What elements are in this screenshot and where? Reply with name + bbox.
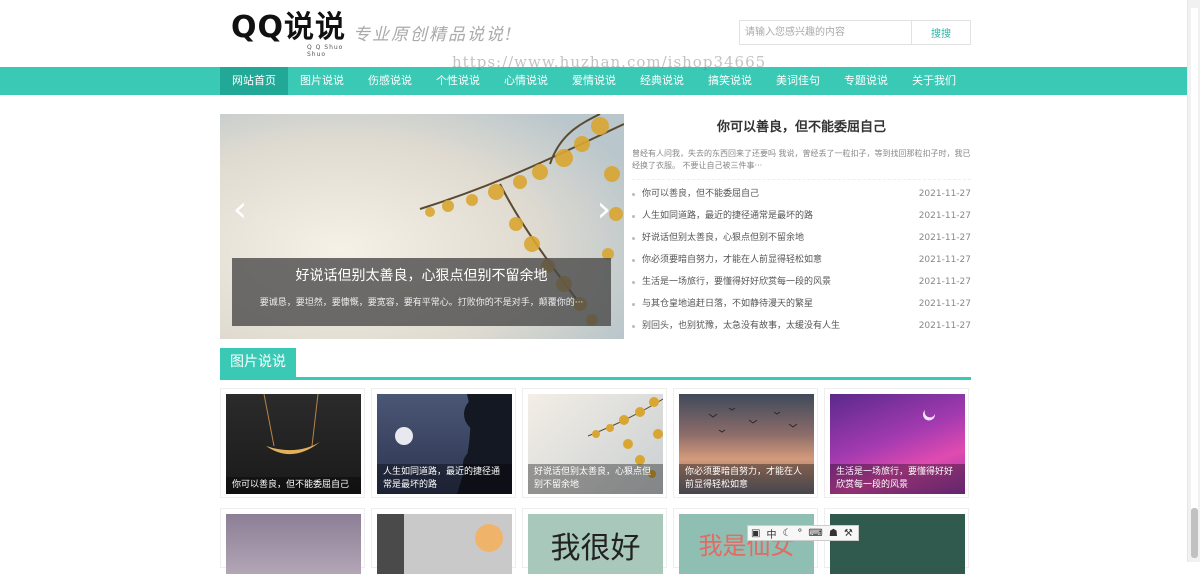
news-date: 2021-11-27 (918, 299, 971, 309)
ime-toolbar[interactable]: ▣ 中 ☾ ° ⌨ ☗ ⚒ (747, 525, 859, 541)
news-date: 2021-11-27 (918, 211, 971, 221)
image-card[interactable] (371, 508, 516, 574)
news-list: 你可以善良，但不能委屈自己 2021-11-27 人生如同道路，最近的捷径通常是最… (632, 183, 971, 337)
slider-caption-title[interactable]: 好说话但别太善良，心狠点但别不留余地 (232, 266, 611, 286)
punctuation-icon: ° (797, 527, 803, 539)
nav-item-topics[interactable]: 专题说说 (832, 67, 900, 95)
card-caption: 人生如同道路，最近的捷径通常是最坏的路 (377, 464, 512, 494)
card-image-swing: 你可以善良，但不能委屈自己 (226, 394, 361, 494)
news-date: 2021-11-27 (918, 233, 971, 243)
news-title: 别回头，也别犹豫，太急没有故事，太缓没有人生 (632, 315, 840, 337)
image-card[interactable]: 你可以善良，但不能委屈自己 (220, 388, 365, 498)
ime-mode[interactable]: 中 (763, 526, 779, 541)
top-section: ‹ › 好说话但别太善良，心狠点但别不留余地 要诚恳，要坦然，要慷慨，要宽容，要… (220, 114, 971, 339)
search-box: 搜搜 (739, 20, 971, 45)
card-caption: 你可以善良，但不能委屈自己 (226, 477, 361, 494)
scroll-track (1191, 8, 1198, 548)
moon-icon: ☾ (782, 527, 792, 539)
ime-logo-icon: ▣ (751, 527, 761, 539)
card-image-row2-5 (830, 514, 965, 574)
card-image-leaves: 好说话但别太善良，心狠点但别不留余地 (528, 394, 663, 494)
scroll-thumb[interactable] (1191, 508, 1198, 558)
news-date: 2021-11-27 (918, 255, 971, 265)
featured-title[interactable]: 你可以善良，但不能委屈自己 (632, 120, 971, 136)
logo-text: QQ说说 (231, 10, 347, 45)
site-logo[interactable]: QQ说说 Q Q Shuo Shuo (231, 10, 351, 58)
site-header: QQ说说 Q Q Shuo Shuo 专业原创精品说说! 搜搜 (220, 0, 971, 67)
image-card[interactable]: 你必须要暗自努力，才能在人前显得轻松如意 (673, 388, 818, 498)
image-slider[interactable]: ‹ › 好说话但别太善良，心狠点但别不留余地 要诚恳，要坦然，要慷慨，要宽容，要… (220, 114, 624, 339)
news-item[interactable]: 别回头，也别犹豫，太急没有故事，太缓没有人生 2021-11-27 (632, 315, 971, 337)
image-card[interactable]: 好说话但别太善良，心狠点但别不留余地 (522, 388, 667, 498)
card-caption: 生活是一场旅行，要懂得好好欣赏每一段的风景 (830, 464, 965, 494)
user-icon: ☗ (828, 527, 838, 539)
nav-item-love[interactable]: 爱情说说 (560, 67, 628, 95)
image-card[interactable]: 生活是一场旅行，要懂得好好欣赏每一段的风景 (824, 388, 969, 498)
featured-summary: 曾经有人问我，失去的东西回来了还要吗 我说，曾经丢了一粒扣子，等到找回那粒扣子时… (632, 148, 971, 180)
nav-item-sad[interactable]: 伤感说说 (356, 67, 424, 95)
nav-item-home[interactable]: 网站首页 (220, 67, 288, 95)
card-caption: 你必须要暗自努力，才能在人前显得轻松如意 (679, 464, 814, 494)
keyboard-icon: ⌨ (808, 527, 823, 539)
news-title: 人生如同道路，最近的捷径通常是最坏的路 (632, 205, 813, 227)
nav-item-image[interactable]: 图片说说 (288, 67, 356, 95)
logo-subtitle: Q Q Shuo Shuo (307, 44, 344, 58)
card-text-image: 我是仙女 (679, 514, 814, 574)
card-text-image: 我很好 (528, 514, 663, 574)
card-image-sunset: 你必须要暗自努力，才能在人前显得轻松如意 (679, 394, 814, 494)
search-input[interactable] (740, 21, 912, 44)
news-title: 与其仓皇地追赶日落，不如静待漫天的繁星 (632, 293, 813, 315)
section-title[interactable]: 图片说说 (220, 348, 296, 377)
section-header: 图片说说 (220, 348, 971, 380)
news-date: 2021-11-27 (918, 277, 971, 287)
nav-item-mood[interactable]: 心情说说 (492, 67, 560, 95)
card-image-purple: 生活是一场旅行，要懂得好好欣赏每一段的风景 (830, 394, 965, 494)
news-date: 2021-11-27 (918, 321, 971, 331)
card-image-row2-2 (377, 514, 512, 574)
news-item[interactable]: 人生如同道路，最近的捷径通常是最坏的路 2021-11-27 (632, 205, 971, 227)
slider-caption: 好说话但别太善良，心狠点但别不留余地 要诚恳，要坦然，要慷慨，要宽容，要有平常心… (232, 258, 611, 326)
news-title: 你必须要暗自努力，才能在人前显得轻松如意 (632, 249, 822, 271)
sun-illustration (475, 524, 503, 552)
card-caption: 好说话但别太善良，心狠点但别不留余地 (528, 464, 663, 494)
wrench-icon: ⚒ (843, 527, 853, 539)
site-slogan: 专业原创精品说说! (353, 25, 514, 45)
nav-item-personal[interactable]: 个性说说 (424, 67, 492, 95)
featured-article: 你可以善良，但不能委屈自己 曾经有人问我，失去的东西回来了还要吗 我说，曾经丢了… (632, 114, 971, 339)
news-title: 生活是一场旅行，要懂得好好欣赏每一段的风景 (632, 271, 831, 293)
nav-item-classic[interactable]: 经典说说 (628, 67, 696, 95)
news-item[interactable]: 生活是一场旅行，要懂得好好欣赏每一段的风景 2021-11-27 (632, 271, 971, 293)
image-card[interactable] (220, 508, 365, 574)
nav-item-funny[interactable]: 搞笑说说 (696, 67, 764, 95)
slider-prev-arrow[interactable]: ‹ (225, 190, 255, 230)
news-item[interactable]: 你可以善良，但不能委屈自己 2021-11-27 (632, 183, 971, 205)
slider-next-arrow[interactable]: › (589, 190, 619, 230)
news-item[interactable]: 与其仓皇地追赶日落，不如静待漫天的繁星 2021-11-27 (632, 293, 971, 315)
news-date: 2021-11-27 (918, 189, 971, 199)
image-card[interactable]: 我很好 (522, 508, 667, 574)
scrollbar[interactable] (1187, 0, 1200, 562)
card-image-moon: 人生如同道路，最近的捷径通常是最坏的路 (377, 394, 512, 494)
slider-caption-desc: 要诚恳，要坦然，要慷慨，要宽容，要有平常心。打败你的不是对手，颠覆你的··· (259, 298, 584, 308)
nav-item-about[interactable]: 关于我们 (900, 67, 968, 95)
news-item[interactable]: 你必须要暗自努力，才能在人前显得轻松如意 2021-11-27 (632, 249, 971, 271)
news-item[interactable]: 好说话但别太善良，心狠点但别不留余地 2021-11-27 (632, 227, 971, 249)
image-card[interactable]: 人生如同道路，最近的捷径通常是最坏的路 (371, 388, 516, 498)
nav-item-quotes[interactable]: 美词佳句 (764, 67, 832, 95)
main-nav: 网站首页 图片说说 伤感说说 个性说说 心情说说 爱情说说 经典说说 搞笑说说 … (0, 67, 1200, 95)
card-image-row2-1 (226, 514, 361, 574)
news-title: 你可以善良，但不能委屈自己 (632, 183, 759, 205)
news-title: 好说话但别太善良，心狠点但别不留余地 (632, 227, 804, 249)
search-button[interactable]: 搜搜 (912, 21, 970, 44)
